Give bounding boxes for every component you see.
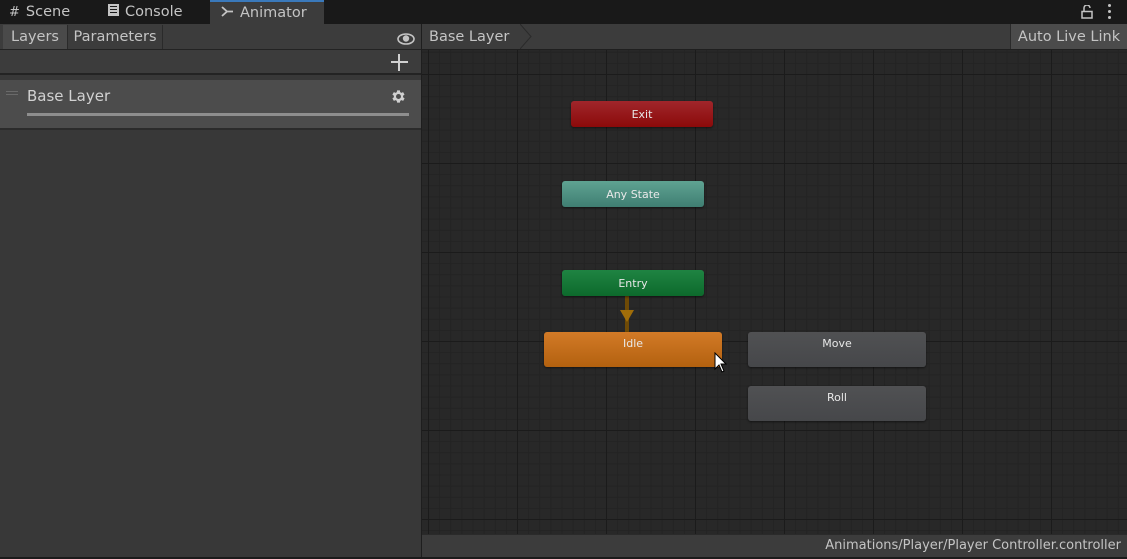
layers-panel: Layers Parameters Base Layer [0,24,421,557]
animator-icon [221,5,234,21]
add-layer-row [0,50,421,75]
gear-icon[interactable] [390,88,407,105]
layer-item[interactable]: Base Layer [0,80,421,130]
state-entry[interactable]: Entry [562,270,704,296]
drag-handle[interactable] [6,91,18,95]
state-any-state[interactable]: Any State [562,181,704,207]
kebab-menu-icon[interactable] [1106,3,1112,20]
graph-toolbar: Base Layer Auto Live Link [422,24,1127,50]
tab-scene[interactable]: # Scene [9,0,70,24]
transition-arrow-icon [620,310,634,322]
status-bar: Animations/Player/Player Controller.cont… [422,534,1127,557]
tab-parameters[interactable]: Parameters [68,25,163,49]
add-layer-button[interactable] [391,54,408,71]
state-exit[interactable]: Exit [571,101,713,127]
tab-label: Scene [25,4,71,20]
console-icon [108,4,119,20]
lock-icon[interactable] [1081,4,1093,19]
graph-grid [422,50,1127,534]
mouse-cursor-icon [714,352,728,373]
hash-icon: # [9,4,20,20]
tab-console[interactable]: Console [108,0,183,24]
state-idle[interactable]: Idle [544,332,722,367]
state-move[interactable]: Move [748,332,926,367]
tab-label: Console [125,4,183,20]
animator-graph[interactable]: Base Layer Auto Live Link Exit Any State… [422,24,1127,557]
breadcrumb[interactable]: Base Layer [422,24,509,49]
state-roll[interactable]: Roll [748,386,926,421]
tab-layers[interactable]: Layers [3,25,68,49]
auto-live-link-button[interactable]: Auto Live Link [1010,24,1127,49]
layers-toolbar: Layers Parameters [0,24,421,50]
controller-path: Animations/Player/Player Controller.cont… [825,538,1121,553]
window-tab-bar: # Scene Console Animator [0,0,1127,24]
eye-icon[interactable] [397,30,415,45]
tab-animator[interactable]: Animator [210,0,324,24]
layer-name: Base Layer [27,87,111,105]
layer-weight-bar [27,113,409,116]
tab-label: Animator [240,5,307,21]
breadcrumb-arrow-icon [520,24,532,49]
